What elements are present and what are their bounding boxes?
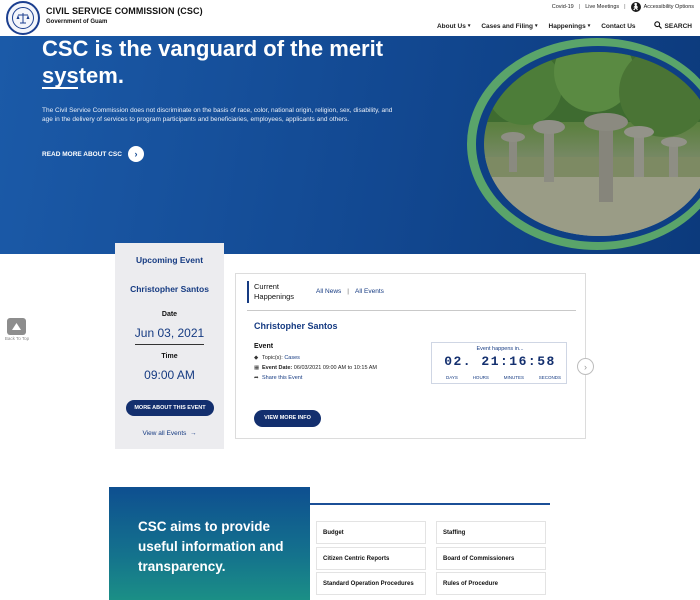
date-label: Date (161, 311, 178, 318)
main-nav: About Us ▾ Cases and Filing ▾ Happenings… (426, 21, 692, 31)
tab-all-news[interactable]: All News (316, 288, 341, 295)
scales-icon (12, 7, 34, 29)
view-more-info-button[interactable]: VIEW MORE INFO (254, 410, 321, 427)
chevron-right-icon[interactable]: › (127, 146, 144, 162)
link-rules-of-procedure[interactable]: Rules of Procedure (436, 572, 546, 595)
transparency-panel: CSC aims to provide useful information a… (109, 487, 310, 600)
unit-seconds: SECONDS (538, 375, 561, 380)
accessibility-icon[interactable]: 🚶︎ (630, 2, 641, 12)
transparency-text: CSC aims to provide useful information a… (138, 519, 284, 574)
site-header: CIVIL SERVICE COMMISSION (CSC) Governmen… (0, 0, 700, 36)
back-to-top-button[interactable] (7, 318, 26, 335)
countdown-label: Event happens in... (476, 346, 524, 352)
current-happenings-heading: Current Happenings (254, 282, 295, 301)
view-all-label: View all Events (142, 430, 187, 437)
topics-label: Topic(s): (262, 355, 283, 361)
nav-happenings[interactable]: Happenings ▾ (549, 23, 591, 30)
divider (247, 310, 576, 311)
divider: | (578, 4, 581, 10)
read-more-about-csc-link[interactable]: READ MORE ABOUT CSC › (42, 146, 144, 162)
unit-hours: HOURS (472, 375, 489, 380)
event-time: 09:00 AM (144, 368, 195, 382)
countdown-value: 02. 21:16:58 (444, 354, 556, 369)
event-date-row: ▦ Event Date: 06/03/2021 09:00 AM to 10:… (254, 365, 377, 371)
nav-about-us[interactable]: About Us ▾ (437, 23, 470, 30)
org-title[interactable]: CIVIL SERVICE COMMISSION (CSC) (46, 6, 203, 16)
tab-all-events[interactable]: All Events (355, 288, 384, 295)
view-all-events-link[interactable]: View all Events → (115, 430, 224, 437)
carousel-next-button[interactable]: › (577, 358, 594, 375)
nav-label: Happenings (548, 22, 586, 30)
divider (135, 344, 204, 345)
link-board-of-commissioners[interactable]: Board of Commissioners (436, 547, 546, 570)
arrow-up-icon (12, 323, 21, 330)
event-date-value: 06/03/2021 09:00 AM to 10:15 AM (293, 365, 377, 371)
arrow-right-icon: → (188, 430, 197, 437)
chevron-down-icon: ▾ (467, 23, 471, 29)
chevron-right-icon: › (584, 361, 587, 372)
tag-icon: ◆ (254, 355, 259, 361)
event-topics: ◆ Topic(s): Cases (254, 355, 300, 361)
time-label: Time (161, 353, 178, 360)
topic-cases-link[interactable]: Cases (284, 355, 300, 361)
event-date-label: Event Date: (262, 365, 293, 371)
share-event-link[interactable]: ➦ Share this Event (254, 375, 302, 381)
current-happenings-card: Current Happenings All News | All Events… (235, 273, 586, 439)
cta-label: READ MORE ABOUT CSC (42, 150, 122, 158)
unit-days: DAYS (446, 375, 458, 380)
event-label: Event (254, 343, 274, 350)
nav-contact-us[interactable]: Contact Us (601, 23, 635, 30)
heading-accent-bar (247, 281, 249, 303)
event-countdown: Event happens in... 02. 21:16:58 DAYS HO… (431, 342, 567, 384)
upcoming-event-name: Christopher Santos (130, 284, 209, 294)
nav-cases-and-filing[interactable]: Cases and Filing ▾ (481, 23, 537, 30)
share-label: Share this Event (262, 375, 303, 381)
countdown-units: DAYS HOURS MINUTES SECONDS (446, 375, 561, 380)
nav-label: About Us (436, 22, 466, 30)
link-citizen-centric-reports[interactable]: Citizen Centric Reports (316, 547, 426, 570)
org-subtitle: Government of Guam (46, 19, 108, 25)
search-icon (653, 21, 662, 31)
latte-stone-photo (484, 52, 700, 236)
unit-minutes: MINUTES (503, 375, 524, 380)
hero-body-text: The Civil Service Commission does not di… (42, 107, 393, 123)
live-meetings-link[interactable]: Live Meetings (585, 4, 619, 10)
csc-seal-logo[interactable] (6, 1, 40, 35)
happening-event-name[interactable]: Christopher Santos (254, 321, 338, 331)
search-label: SEARCH (664, 22, 692, 30)
calendar-icon: ▦ (254, 365, 260, 371)
section-rule (310, 503, 550, 505)
back-to-top-label: Back To Top (4, 336, 30, 341)
link-budget[interactable]: Budget (316, 521, 426, 544)
divider: | (624, 4, 626, 10)
share-icon: ➦ (254, 375, 259, 381)
nav-label: Contact Us (601, 22, 636, 30)
link-standard-operation-procedures[interactable]: Standard Operation Procedures (316, 572, 426, 595)
chevron-down-icon: ▾ (587, 23, 591, 29)
upcoming-event-panel: Upcoming Event Christopher Santos Date J… (115, 243, 224, 449)
happenings-tabs: All News | All Events (316, 288, 384, 295)
search-button[interactable]: SEARCH (653, 21, 692, 31)
more-about-event-button[interactable]: MORE ABOUT THIS EVENT (126, 400, 214, 416)
utility-links: Covid-19 | Live Meetings | 🚶︎ Accessibil… (552, 2, 694, 12)
hero-title: CSC is the vanguard of the merit system. (42, 36, 384, 88)
event-date: Jun 03, 2021 (134, 326, 205, 340)
upcoming-event-title: Upcoming Event (135, 255, 204, 265)
link-staffing[interactable]: Staffing (436, 521, 546, 544)
divider: | (347, 288, 349, 295)
covid-link[interactable]: Covid-19 (552, 4, 574, 10)
accessibility-options-link[interactable]: Accessibility Options (644, 4, 694, 10)
hero-title-underline (42, 87, 78, 89)
chevron-down-icon: ▾ (535, 23, 538, 29)
nav-label: Cases and Filing (481, 22, 533, 30)
